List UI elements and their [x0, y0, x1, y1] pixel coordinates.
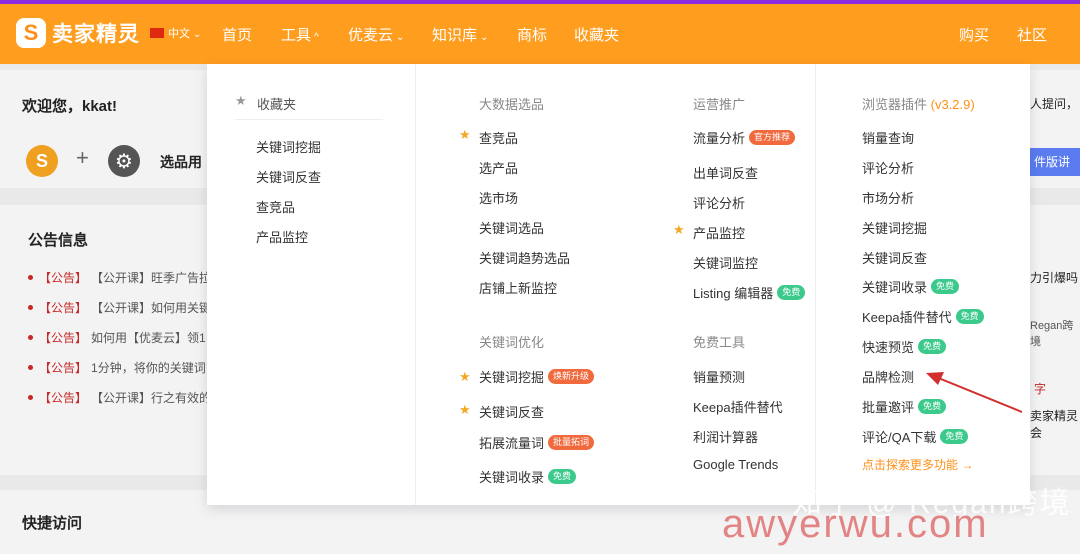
annotation-arrow	[926, 372, 1023, 413]
arrow-shaft	[935, 376, 1023, 413]
site-watermark: awyerwu.com	[722, 502, 989, 546]
